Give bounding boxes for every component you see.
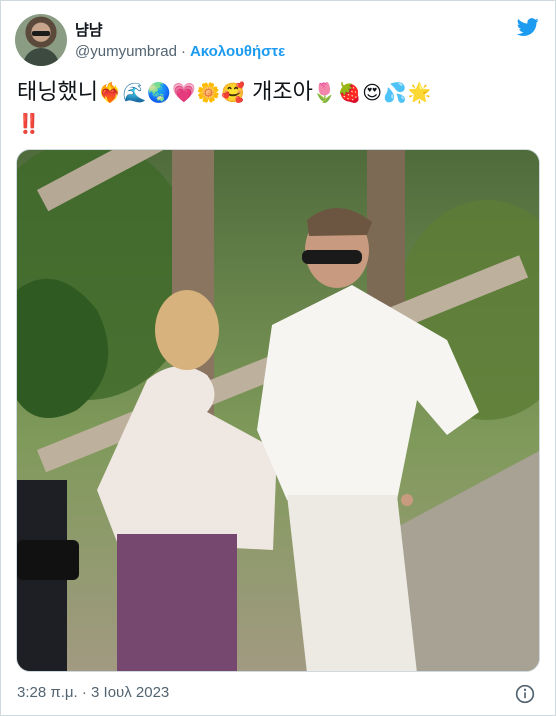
tweet-embed-card: 냠냠 @yumyumbrad · Ακολουθήστε 태닝했니❤️‍🔥🌊🌏💗🌼🥰… xyxy=(0,0,556,716)
heart-on-fire-emoji: ❤️‍🔥 xyxy=(97,82,122,104)
info-icon[interactable] xyxy=(515,684,535,704)
tweet-timestamp[interactable]: 3:28 π.μ. · 3 Ιουλ 2023 xyxy=(17,684,169,701)
avatar-glasses xyxy=(32,31,50,36)
sweat-droplets-emoji: 💦 xyxy=(383,82,407,104)
tweet-photo[interactable] xyxy=(16,149,540,672)
twitter-bird-icon[interactable] xyxy=(515,16,541,38)
tulip-emoji: 🌷 xyxy=(312,82,337,104)
blossom-emoji: 🌼 xyxy=(196,82,221,104)
separator-dot: · xyxy=(180,43,186,60)
avatar[interactable] xyxy=(15,14,67,66)
heart-eyes-emoji: 😍 xyxy=(362,82,383,104)
smiling-hearts-emoji: 🥰 xyxy=(221,82,245,104)
wave-emoji: 🌊 xyxy=(122,82,147,104)
growing-heart-emoji: 💗 xyxy=(171,82,196,104)
glowing-star-emoji: 🌟 xyxy=(407,82,432,104)
tweet-header: 냠냠 @yumyumbrad · Ακολουθήστε xyxy=(15,14,543,68)
double-exclamation-emoji: ‼️ xyxy=(17,113,41,135)
handle-row: @yumyumbrad · Ακολουθήστε xyxy=(75,43,285,60)
tweet-text: 태닝했니❤️‍🔥🌊🌏💗🌼🥰 개조아🌷🍓😍💦🌟 ‼️ xyxy=(17,77,537,139)
tweet-text-korean-1: 태닝했니 xyxy=(17,79,98,104)
display-name[interactable]: 냠냠 xyxy=(75,19,103,40)
avatar-shirt xyxy=(23,48,59,66)
tweet-text-korean-2: 개조아 xyxy=(252,79,313,104)
strawberry-emoji: 🍓 xyxy=(337,82,362,104)
photo-scene xyxy=(17,150,539,671)
follow-link[interactable]: Ακολουθήστε xyxy=(190,43,285,60)
globe-emoji: 🌏 xyxy=(147,82,171,104)
user-handle[interactable]: @yumyumbrad xyxy=(75,43,177,60)
